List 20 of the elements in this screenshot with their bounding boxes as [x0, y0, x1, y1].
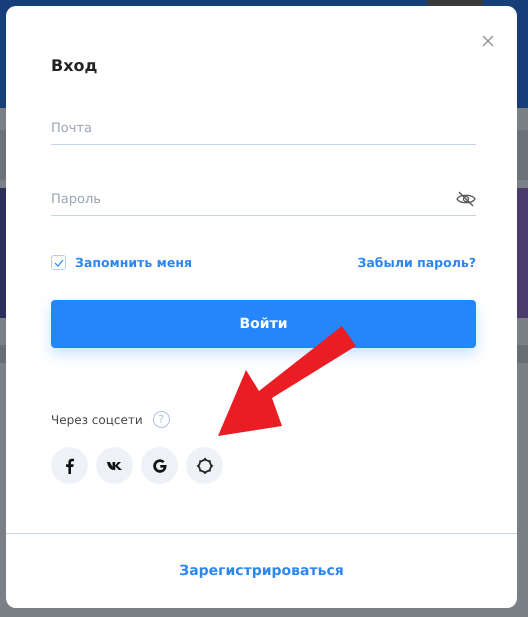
social-login-button[interactable]: [51, 447, 88, 484]
dialog-title: Вход: [51, 56, 98, 75]
login-button[interactable]: Войти: [51, 300, 476, 348]
ring-icon: [196, 456, 214, 474]
forgot-password-link[interactable]: Забыли пароль?: [357, 255, 476, 270]
eye-slash-icon[interactable]: [456, 191, 476, 207]
social-login-button[interactable]: [141, 447, 178, 484]
social-login-button[interactable]: [96, 447, 133, 484]
remember-checkbox[interactable]: [51, 255, 66, 270]
register-link[interactable]: Зарегистрироваться: [179, 563, 344, 579]
remember-label[interactable]: Запомнить меня: [75, 255, 192, 270]
close-icon[interactable]: [481, 34, 495, 48]
social-label: Через соцсети: [51, 412, 143, 426]
check-icon: [54, 258, 64, 266]
password-field[interactable]: Пароль: [51, 183, 456, 216]
facebook-icon: [65, 458, 74, 474]
social-login-button[interactable]: [186, 447, 223, 484]
google-icon: [152, 458, 168, 474]
vk-icon: [106, 460, 122, 470]
email-field[interactable]: Почта: [51, 112, 476, 145]
